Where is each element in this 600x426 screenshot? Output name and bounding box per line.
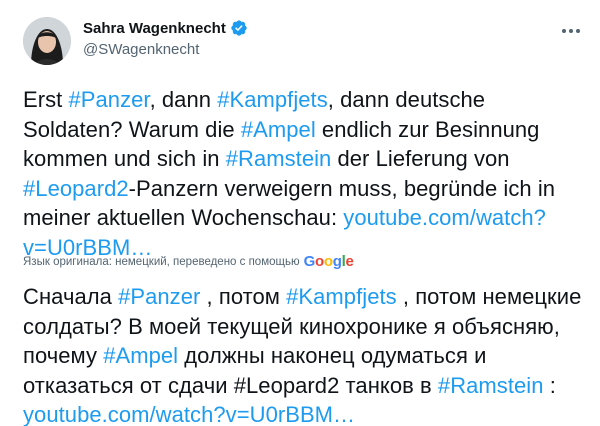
hashtag-link[interactable]: #Ramstein <box>438 373 544 398</box>
more-options-icon[interactable] <box>558 18 584 44</box>
translation-attribution: Язык оригинала: немецкий, переведено с п… <box>23 253 354 270</box>
hashtag-link[interactable]: #Leopard2 <box>23 176 129 201</box>
hashtag-link[interactable]: #Ramstein <box>226 146 332 171</box>
tweet-card: Sahra Wagenknecht @SWagenknecht Erst #Pa… <box>0 0 600 426</box>
author-display-name[interactable]: Sahra Wagenknecht <box>83 20 226 37</box>
text-segment: der Lieferung von <box>331 146 510 171</box>
tweet-text-translated: Сначала #Panzer , потом #Kampfjets , пот… <box>23 282 585 426</box>
google-logo: Google <box>303 253 354 270</box>
text-segment: , dann <box>149 87 218 112</box>
author-name-row: Sahra Wagenknecht <box>83 19 248 37</box>
author-handle[interactable]: @SWagenknecht <box>83 41 199 58</box>
text-segment: : <box>543 372 556 398</box>
text-segment: , потом <box>200 284 287 309</box>
hashtag-link[interactable]: #Ampel <box>241 117 316 142</box>
hashtag-link[interactable]: #Kampfjets <box>217 87 328 112</box>
text-segment: Erst <box>23 87 69 112</box>
text-segment: Сначала <box>23 284 119 309</box>
url-link[interactable]: youtube.com/watch?v=U0rBBM… <box>23 402 355 426</box>
verified-badge-icon <box>231 20 247 36</box>
translation-note: Язык оригинала: немецкий, переведено с п… <box>23 255 300 268</box>
avatar-image <box>23 17 71 65</box>
hashtag-link[interactable]: #Ampel <box>103 343 178 368</box>
hashtag-link[interactable]: #Panzer <box>118 284 200 309</box>
avatar[interactable] <box>23 17 71 65</box>
tweet-text-original: Erst #Panzer, dann #Kampfjets, dann deut… <box>23 85 585 262</box>
hashtag-link[interactable]: #Panzer <box>68 87 149 112</box>
hashtag-link[interactable]: #Kampfjets <box>286 284 397 309</box>
